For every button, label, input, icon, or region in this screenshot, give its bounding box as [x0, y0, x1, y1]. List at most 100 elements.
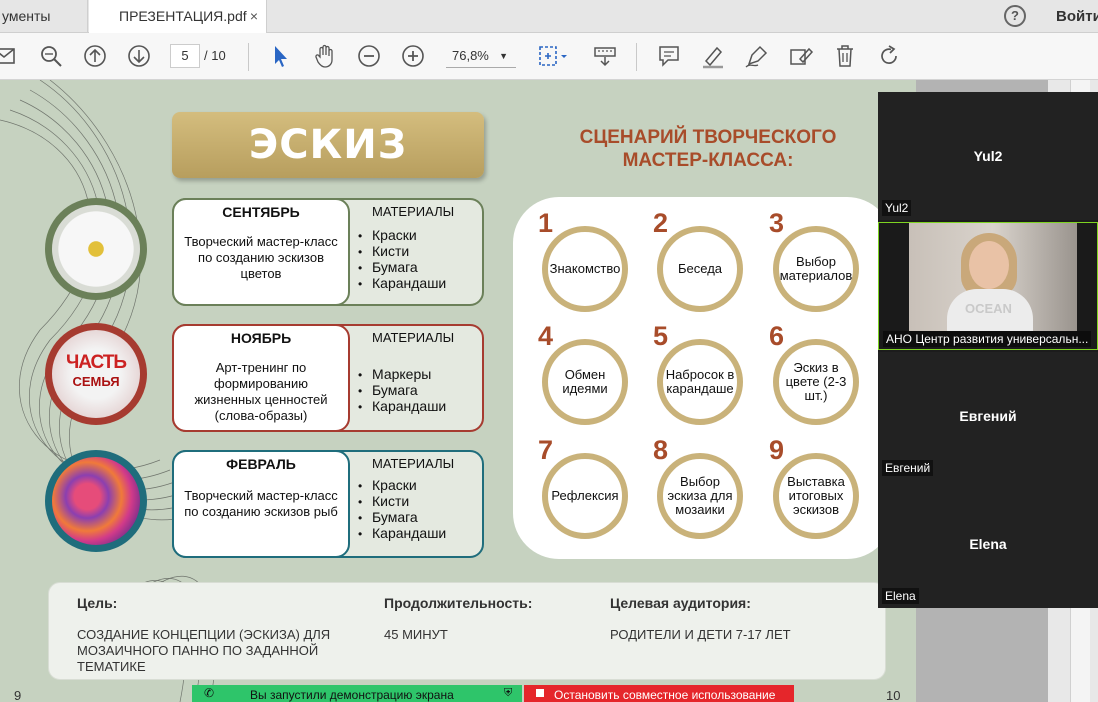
materials-title: МАТЕРИАЛЫ [372, 456, 455, 471]
highlight-pen-icon[interactable] [700, 43, 726, 69]
stop-share-label: Остановить совместное использование [554, 688, 776, 702]
zoom-level-select[interactable]: 76,8% ▼ [446, 44, 516, 68]
step-item: 7 Рефлексия [538, 435, 630, 541]
prev-page-icon[interactable] [82, 43, 108, 69]
step-label: Набросок в карандаше [665, 367, 735, 396]
video-person-face [969, 241, 1009, 289]
help-icon[interactable]: ? [1004, 5, 1026, 27]
audience-value: РОДИТЕЛИ И ДЕТИ 7-17 ЛЕТ [610, 627, 791, 642]
step-label: Эскиз в цвете (2-3 шт.) [785, 360, 847, 403]
material-item: Карандаши [358, 276, 446, 292]
goal-label: Цель: [77, 595, 118, 611]
toolbar-divider [636, 43, 637, 71]
month-description: Творческий мастер-класс по созданию эски… [184, 234, 338, 281]
participant-tag: Евгений [882, 460, 934, 476]
signin-link[interactable]: Войти [1056, 0, 1098, 33]
keyboard-scroll-icon[interactable] [592, 43, 618, 69]
step-label: Беседа [677, 261, 723, 276]
draw-icon[interactable] [744, 43, 770, 69]
page-number-input[interactable]: 5 [170, 44, 200, 68]
word-cloud-word-family: СЕМЬЯ [72, 374, 120, 389]
material-item: Кисти [358, 494, 446, 510]
zoom-level-value: 76,8% [452, 48, 489, 63]
toolbar: 5 / 10 76,8% ▼ [0, 33, 1098, 80]
word-cloud-word-happiness: ЧАСТЬ [65, 352, 127, 373]
material-item: Карандаши [358, 526, 446, 542]
step-label: Рефлексия [551, 488, 619, 503]
materials-title: МАТЕРИАЛЫ [372, 330, 455, 345]
participants-panel: Yul2 Yul2 OCEAN АНО Центр развития униве… [878, 92, 1098, 608]
tab-document-label: ПРЕЗЕНТАЦИЯ.pdf [119, 8, 247, 24]
comment-icon[interactable] [656, 43, 682, 69]
word-cloud-image: ЧАСТЬ СЕМЬЯ [45, 323, 147, 425]
phone-icon: ✆ [204, 686, 215, 700]
close-tab-icon[interactable]: × [250, 0, 258, 33]
material-item: Карандаши [358, 399, 446, 415]
step-label: Выставка итоговых эскизов [787, 474, 845, 517]
steps-panel: 1 Знакомство 2 Беседа 3 Выбор материалов 4О… [513, 197, 893, 559]
stop-share-button[interactable]: Остановить совместное использование [524, 685, 794, 702]
month-name: ФЕВРАЛЬ [226, 456, 296, 472]
zoom-search-icon[interactable] [38, 43, 64, 69]
toolbar-divider [248, 43, 249, 71]
page-total: / 10 [204, 48, 226, 63]
participant-tag: Elena [882, 588, 919, 604]
participant-tile[interactable]: Elena Elena [878, 480, 1098, 608]
duration-value: 45 МИНУТ [384, 627, 448, 642]
step-item: 5 Набросок в карандаше [653, 321, 745, 427]
month-name: НОЯБРЬ [230, 330, 292, 346]
tab-bar: ументы ПРЕЗЕНТАЦИЯ.pdf × ? Войти [0, 0, 1098, 33]
tab-document[interactable]: ПРЕЗЕНТАЦИЯ.pdf × [89, 0, 267, 33]
step-item: 8 Выбор эскиза для мозаики [653, 435, 745, 541]
daisy-image [45, 198, 147, 300]
step-label: Выбор эскиза для мозаики [667, 474, 733, 517]
material-item: Краски [358, 478, 446, 494]
step-item: 2 Беседа [653, 208, 745, 314]
zoom-out-icon[interactable] [356, 43, 382, 69]
edit-text-icon[interactable] [788, 43, 814, 69]
participant-tag: АНО Центр развития универсальн... [883, 331, 1092, 347]
materials-list: Краски Кисти Бумага Карандаши [358, 478, 446, 542]
material-item: Бумага [358, 383, 446, 399]
step-item: 6 Эскиз в цвете (2-3 шт.) [769, 321, 861, 427]
material-item: Бумага [358, 260, 446, 276]
hand-tool-icon[interactable] [312, 43, 338, 69]
participant-tag: Yul2 [882, 200, 912, 216]
zoom-in-icon[interactable] [400, 43, 426, 69]
participant-tile[interactable]: Yul2 Yul2 [878, 92, 1098, 220]
pdf-page: ЭСКИЗ СЦЕНАРИЙ ТВОРЧЕСКОГО МАСТЕР-КЛАССА… [0, 80, 916, 702]
step-label: Знакомство [549, 261, 621, 276]
fish-drawing-image [45, 450, 147, 552]
document-area[interactable]: ЭСКИЗ СЦЕНАРИЙ ТВОРЧЕСКОГО МАСТЕР-КЛАССА… [0, 80, 1098, 702]
materials-list: Краски Кисти Бумага Карандаши [358, 228, 446, 292]
month-description: Арт-тренинг по формированию жизненных це… [194, 360, 328, 423]
screen-share-status: ✆ Вы запустили демонстрацию экрана ⛨ [192, 685, 522, 702]
mail-icon[interactable] [0, 43, 18, 69]
select-cursor-icon[interactable] [268, 43, 294, 69]
material-item: Краски [358, 228, 446, 244]
scenario-title: СЦЕНАРИЙ ТВОРЧЕСКОГО МАСТЕР-КЛАССА: [579, 127, 837, 171]
rotate-icon[interactable] [876, 43, 902, 69]
participant-tile[interactable]: Евгений Евгений [878, 352, 1098, 480]
material-item: Маркеры [358, 367, 446, 383]
participant-video: OCEAN [909, 223, 1077, 331]
step-item: 4 Обмен идеями [538, 321, 630, 427]
stop-icon [536, 689, 544, 697]
trash-icon[interactable] [832, 43, 858, 69]
audience-label: Целевая аудитория: [610, 595, 751, 611]
material-item: Кисти [358, 244, 446, 260]
shield-icon: ⛨ [504, 687, 513, 699]
tab-tools[interactable]: ументы [0, 0, 88, 33]
fit-page-icon[interactable] [536, 43, 570, 69]
next-page-icon[interactable] [126, 43, 152, 69]
materials-title: МАТЕРИАЛЫ [372, 204, 455, 219]
step-label: Выбор материалов [779, 254, 853, 283]
step-item: 1 Знакомство [538, 208, 630, 314]
month-name: СЕНТЯБРЬ [222, 204, 300, 220]
step-item: 3 Выбор материалов [769, 208, 861, 314]
info-panel: Цель: СОЗДАНИЕ КОНЦЕПЦИИ (ЭСКИЗА) ДЛЯ МО… [48, 582, 886, 680]
month-row-september: СЕНТЯБРЬ Творческий мастер-класс по созд… [172, 198, 484, 306]
goal-value: СОЗДАНИЕ КОНЦЕПЦИИ (ЭСКИЗА) ДЛЯ МОЗАИЧНО… [77, 627, 331, 674]
participant-tile-active[interactable]: OCEAN АНО Центр развития универсальн... [878, 222, 1098, 350]
material-item: Бумага [358, 510, 446, 526]
